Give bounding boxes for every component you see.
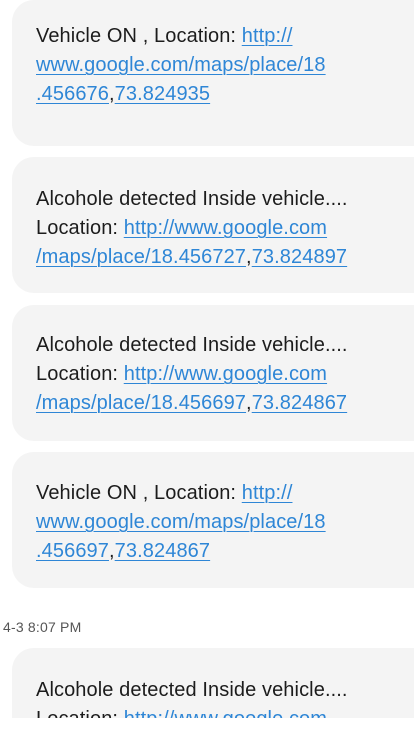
message-line: Location: http://www.google.com <box>36 360 398 389</box>
message-line: .456697,73.824867 <box>36 537 398 566</box>
location-link[interactable]: .456697 <box>36 540 109 562</box>
message-line: /maps/place/18.456697,73.824867 <box>36 389 398 418</box>
location-link[interactable]: 73.824897 <box>252 246 347 268</box>
location-label: Location: <box>36 363 124 385</box>
location-link[interactable]: .456676 <box>36 83 109 105</box>
message-bubble[interactable]: Alcohole detected Inside vehicle.... Loc… <box>12 157 414 293</box>
location-link[interactable]: www.google.com/maps/place/18 <box>36 54 326 76</box>
location-link[interactable]: 73.824867 <box>115 540 210 562</box>
message-text: Alcohole detected Inside vehicle.... <box>36 188 348 210</box>
message-bubble[interactable]: Vehicle ON , Location: http:// www.googl… <box>12 452 414 588</box>
message-bubble[interactable]: Alcohole detected Inside vehicle.... Loc… <box>12 305 414 441</box>
message-text: Vehicle ON , Location: <box>36 25 242 47</box>
message-line: /maps/place/18.456727,73.824897 <box>36 243 398 272</box>
location-label: Location: <box>36 217 124 239</box>
location-link[interactable]: /maps/place/18.456697 <box>36 392 246 414</box>
message-line: www.google.com/maps/place/18 <box>36 51 398 80</box>
location-link[interactable]: 73.824867 <box>252 392 347 414</box>
bottom-edge <box>0 718 414 736</box>
message-text: Alcohole detected Inside vehicle.... <box>36 679 348 701</box>
message-line: Location: http://www.google.com <box>36 214 398 243</box>
message-line: www.google.com/maps/place/18 <box>36 508 398 537</box>
location-link[interactable]: http://www.google.com <box>124 217 327 239</box>
location-link[interactable]: www.google.com/maps/place/18 <box>36 511 326 533</box>
message-timestamp: 4-3 8:07 PM <box>3 619 82 635</box>
message-line: Alcohole detected Inside vehicle.... <box>36 331 398 360</box>
message-thread[interactable]: Vehicle ON , Location: http:// www.googl… <box>0 0 414 736</box>
message-line: .456676,73.824935 <box>36 80 398 109</box>
message-text: Vehicle ON , Location: <box>36 482 242 504</box>
message-line: Alcohole detected Inside vehicle.... <box>36 185 398 214</box>
message-line: Vehicle ON , Location: http:// <box>36 479 398 508</box>
message-line: Vehicle ON , Location: http:// <box>36 22 398 51</box>
location-link[interactable]: /maps/place/18.456727 <box>36 246 246 268</box>
message-text: Alcohole detected Inside vehicle.... <box>36 334 348 356</box>
location-link[interactable]: http://www.google.com <box>124 363 327 385</box>
location-link[interactable]: http:// <box>242 482 293 504</box>
location-link[interactable]: http:// <box>242 25 293 47</box>
location-link[interactable]: 73.824935 <box>115 83 210 105</box>
message-line: Alcohole detected Inside vehicle.... <box>36 676 398 705</box>
message-bubble[interactable]: Vehicle ON , Location: http:// www.googl… <box>12 0 414 146</box>
